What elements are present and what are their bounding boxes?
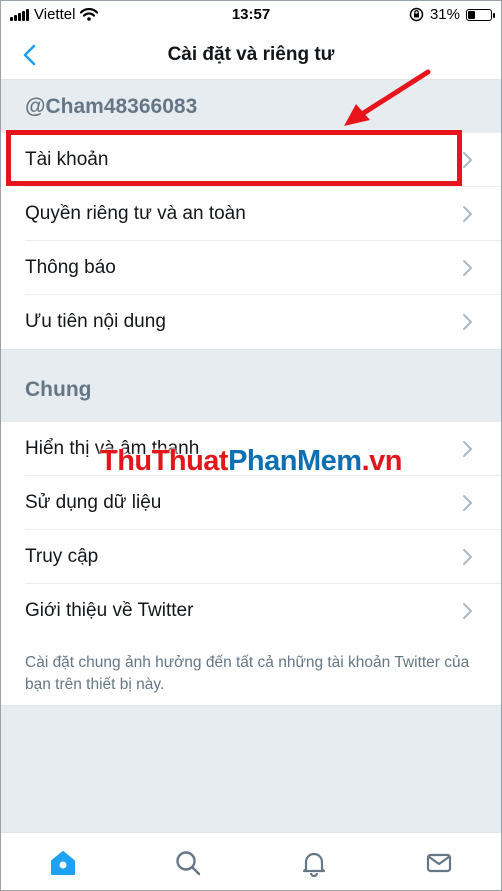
status-bar-right: 31% [409, 6, 495, 23]
settings-item-accessibility[interactable]: Truy cập [0, 530, 502, 584]
general-settings-footnote: Cài đặt chung ảnh hưởng đến tất cả những… [25, 654, 470, 693]
bottom-tab-bar [0, 832, 502, 891]
settings-item-label: Sử dụng dữ liệu [25, 492, 162, 513]
settings-item-label: Tài khoản [25, 149, 109, 170]
settings-item-about-twitter[interactable]: Giới thiệu về Twitter [0, 584, 502, 638]
settings-item-label: Quyền riêng tư và an toàn [25, 203, 246, 224]
chevron-right-icon [463, 206, 472, 222]
chevron-right-icon [463, 260, 472, 276]
general-settings-list: Hiển thị và âm thanh Sử dụng dữ liệu Tru… [0, 422, 502, 706]
chevron-right-icon [463, 495, 472, 511]
chevron-right-icon [463, 549, 472, 565]
notifications-bell-icon [302, 852, 326, 877]
carrier-name: Viettel [34, 6, 76, 23]
tab-notifications[interactable] [298, 847, 330, 879]
battery-percentage: 31% [429, 6, 460, 23]
battery-icon [466, 8, 495, 21]
page-title: Cài đặt và riêng tư [167, 44, 335, 65]
wifi-icon [80, 8, 99, 21]
status-bar-left: Viettel [10, 6, 99, 23]
chevron-right-icon [463, 152, 472, 168]
settings-item-label: Hiển thị và âm thanh [25, 438, 200, 459]
settings-item-label: Giới thiệu về Twitter [25, 600, 194, 621]
tab-home[interactable] [47, 847, 79, 879]
search-icon [176, 851, 201, 876]
settings-item-account[interactable]: Tài khoản [0, 133, 502, 187]
chevron-right-icon [463, 603, 472, 619]
settings-item-content-preferences[interactable]: Ưu tiên nội dung [0, 295, 502, 349]
navigation-bar: Cài đặt và riêng tư [0, 30, 502, 80]
account-settings-list: Tài khoản Quyền riêng tư và an toàn Thôn… [0, 133, 502, 350]
settings-item-label: Ưu tiên nội dung [25, 311, 166, 332]
tab-search[interactable] [172, 847, 204, 879]
tab-messages[interactable] [423, 847, 455, 879]
general-section-header: Chung [0, 350, 502, 422]
settings-item-notifications[interactable]: Thông báo [0, 241, 502, 295]
messages-mail-icon [426, 853, 452, 873]
settings-item-label: Truy cập [25, 546, 99, 567]
orientation-lock-icon [409, 7, 424, 22]
status-bar: Viettel 13:57 31% [0, 0, 502, 30]
signal-strength-icon [10, 8, 29, 21]
account-username-header: @Cham48366083 [0, 80, 502, 133]
battery-level-fill [468, 10, 475, 19]
chevron-right-icon [463, 441, 472, 457]
settings-item-data-usage[interactable]: Sử dụng dữ liệu [0, 476, 502, 530]
settings-item-label: Thông báo [25, 257, 116, 278]
chevron-right-icon [463, 314, 472, 330]
settings-item-display-sound[interactable]: Hiển thị và âm thanh [0, 422, 502, 476]
home-icon [51, 851, 75, 875]
settings-item-privacy-safety[interactable]: Quyền riêng tư và an toàn [0, 187, 502, 241]
